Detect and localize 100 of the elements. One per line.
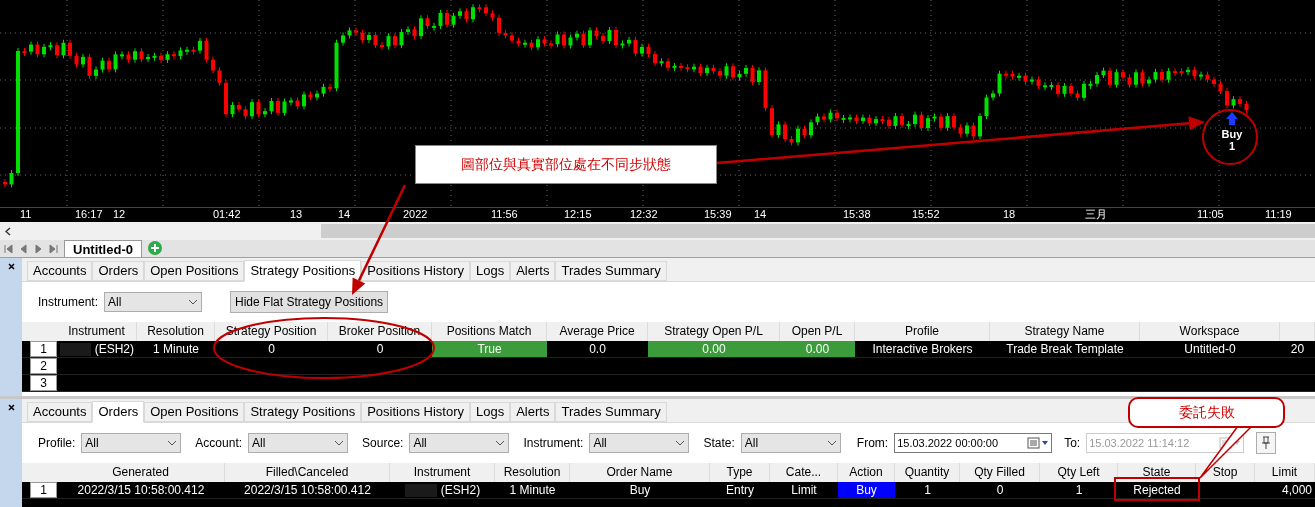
column-header[interactable]: Instrument (413, 465, 471, 479)
filter-dropdown[interactable]: All (409, 433, 510, 453)
panel-tab[interactable]: Alerts (510, 402, 556, 422)
cell-text: 0 (376, 341, 384, 357)
panel-tab[interactable]: Alerts (510, 261, 556, 281)
cell-text: 1 (1075, 482, 1083, 498)
cell-text: Untitled-0 (1184, 341, 1236, 357)
scroll-left-icon[interactable] (5, 227, 11, 236)
close-icon[interactable] (7, 263, 15, 270)
chevron-down-icon (675, 440, 686, 446)
date-field[interactable]: 15.03.2022 00:00:00 (894, 433, 1053, 453)
column-header[interactable]: Resolution (503, 465, 561, 479)
panel-tab[interactable]: Strategy Positions (244, 402, 362, 422)
cell-text: 1 (924, 482, 931, 498)
panel-tab[interactable]: Accounts (27, 402, 93, 422)
column-header[interactable]: Strategy Open P/L (664, 324, 763, 338)
column-header[interactable]: Open P/L (791, 324, 843, 338)
column-header[interactable]: Limit (1271, 465, 1298, 479)
date-label: From: (856, 435, 889, 452)
axis-label: 15:39 (704, 208, 732, 221)
prev-page-icon[interactable] (19, 244, 28, 254)
axis-label: 2022 (403, 208, 428, 221)
table-cell: 0.00 (780, 341, 855, 357)
panel-tab[interactable]: Logs (470, 261, 511, 281)
row-number: 2 (30, 358, 57, 374)
axis-label: 14 (338, 208, 351, 221)
table-cell: True (432, 341, 547, 357)
filter-dropdown[interactable]: All (248, 433, 349, 453)
cell-text: Limit (791, 482, 817, 498)
table-cell: Buy (838, 482, 895, 498)
add-tab-icon[interactable] (147, 241, 162, 255)
column-header[interactable]: Workspace (1179, 324, 1240, 338)
panel-tab[interactable]: Positions History (361, 402, 470, 422)
filter-dropdown[interactable]: All (104, 292, 203, 312)
axis-label: 12:15 (564, 208, 592, 221)
panel-tab[interactable]: Logs (470, 402, 511, 422)
close-icon[interactable] (7, 404, 15, 411)
panel-tab[interactable]: Trades Summary (555, 261, 667, 281)
cell-text: Entry (726, 482, 754, 498)
callout-bubble: 委託失敗 (1128, 397, 1285, 428)
filter-dropdown[interactable]: All (740, 433, 841, 453)
panel-tab[interactable]: Strategy Positions (244, 260, 362, 282)
filter-label: Instrument: (523, 435, 584, 452)
cell-text: Trade Break Template (1006, 341, 1124, 357)
panel-tab[interactable]: Trades Summary (555, 402, 667, 422)
cell-text: Interactive Brokers (872, 341, 973, 357)
column-header[interactable]: Average Price (559, 324, 635, 338)
filter-dropdown[interactable]: All (81, 433, 182, 453)
chevron-down-icon (334, 440, 345, 446)
cell-text: 2022/3/15 10:58:00.412 (244, 482, 371, 498)
filter-label: Account: (195, 435, 243, 452)
axis-label: 16:17 (75, 208, 103, 221)
axis-label: 15:38 (843, 208, 871, 221)
cell-text: 2022/3/15 10:58:00.412 (77, 482, 205, 498)
column-header[interactable]: Qty Left (1057, 465, 1100, 479)
cell-text: 0 (996, 482, 1004, 498)
column-header[interactable]: Profile (905, 324, 939, 338)
column-header[interactable]: Type (726, 465, 753, 479)
cell-text: Buy (629, 482, 651, 498)
panel-tab[interactable]: Positions History (361, 261, 470, 281)
column-header[interactable]: Action (849, 465, 883, 479)
filter-label: Profile: (38, 435, 76, 452)
first-page-icon[interactable] (4, 244, 13, 254)
column-header[interactable]: Quantity (904, 465, 950, 479)
column-header[interactable]: Strategy Name (1024, 324, 1105, 338)
chevron-down-icon (188, 299, 199, 305)
panel-tab[interactable]: Accounts (27, 261, 93, 281)
axis-label: 11:56 (491, 208, 518, 221)
hide-flat-positions-button[interactable]: Hide Flat Strategy Positions (230, 291, 389, 313)
cell-text: 1 Minute (153, 341, 199, 357)
pin-button[interactable] (1256, 432, 1277, 454)
axis-label: 01:42 (213, 208, 241, 221)
axis-label: 14 (754, 208, 767, 221)
buy-marker-label: Buy (1221, 128, 1243, 140)
document-tab[interactable]: Untitled-0 (64, 240, 142, 257)
column-header[interactable]: Instrument (68, 324, 125, 338)
marker-quantity: 1 (1228, 140, 1236, 152)
row-number: 3 (30, 375, 57, 391)
pin-icon (1261, 436, 1272, 450)
panel-tab[interactable]: Open Positions (144, 261, 245, 281)
column-header[interactable]: Qty Filled (974, 465, 1025, 479)
axis-label: 11:19 (1265, 208, 1292, 221)
panel-tab[interactable]: Orders (92, 401, 145, 423)
axis-label: 12 (113, 208, 126, 221)
column-header[interactable]: Positions Match (446, 324, 532, 338)
filter-dropdown[interactable]: All (589, 433, 690, 453)
panel-tab[interactable]: Open Positions (144, 402, 245, 422)
column-header[interactable]: Filled\Canceled (265, 465, 349, 479)
column-header[interactable]: Broker Position (338, 324, 421, 338)
column-header[interactable]: State (1142, 465, 1171, 479)
column-header[interactable]: Order Name (606, 465, 673, 479)
scrollbar-thumb[interactable] (321, 224, 1315, 238)
column-header[interactable]: Stop (1212, 465, 1238, 479)
column-header[interactable]: Resolution (147, 324, 204, 338)
next-page-icon[interactable] (34, 244, 43, 254)
axis-label: 12:32 (630, 208, 658, 221)
panel-tab[interactable]: Orders (92, 261, 145, 281)
column-header[interactable]: Generated (112, 465, 169, 479)
column-header[interactable]: Cate... (785, 465, 822, 479)
last-page-icon[interactable] (49, 244, 58, 254)
